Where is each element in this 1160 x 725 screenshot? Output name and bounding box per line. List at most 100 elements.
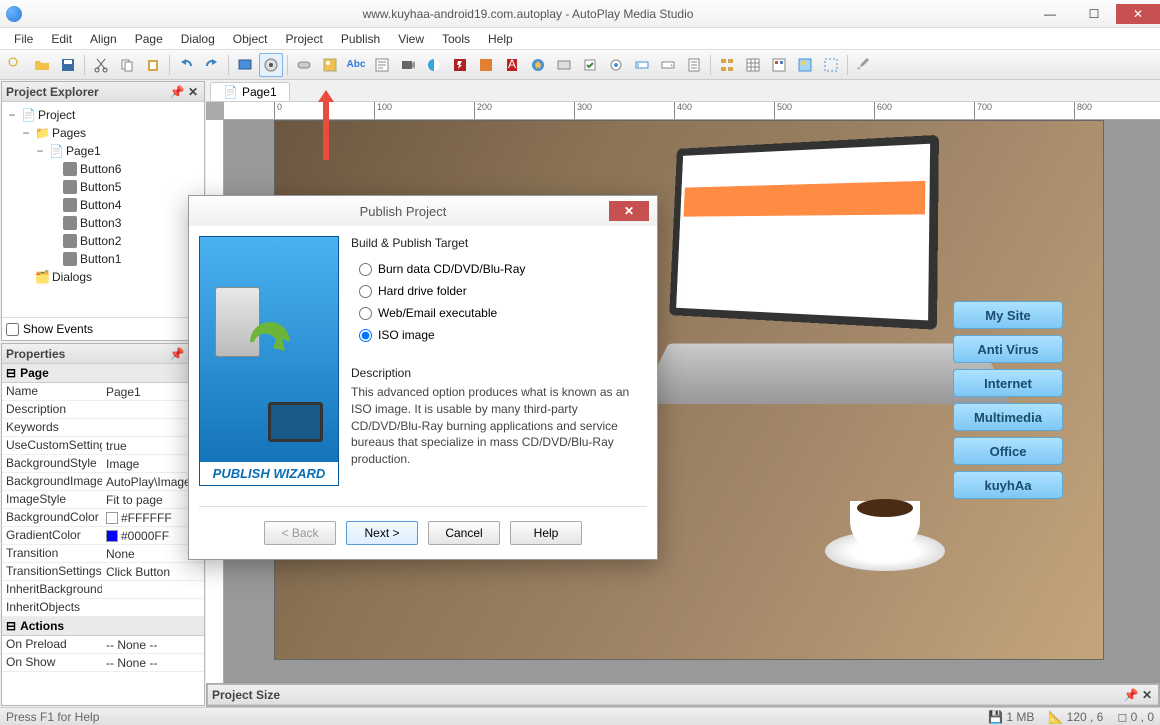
radio-option[interactable]: Burn data CD/DVD/Blu-Ray [359, 258, 647, 280]
xbutton-object-icon[interactable] [552, 53, 576, 77]
maximize-button[interactable]: ☐ [1072, 4, 1116, 24]
prop-row[interactable]: BackgroundColor#FFFFFF [2, 509, 204, 527]
prop-row[interactable]: On Show-- None -- [2, 654, 204, 672]
paste-icon[interactable] [141, 53, 165, 77]
paragraph-object-icon[interactable] [370, 53, 394, 77]
tree-root[interactable]: Project [38, 108, 75, 122]
minimize-button[interactable]: — [1028, 4, 1072, 24]
canvas-button-mysite[interactable]: My Site [953, 301, 1063, 329]
menu-publish[interactable]: Publish [333, 30, 388, 48]
button-object-icon[interactable] [292, 53, 316, 77]
menu-dialog[interactable]: Dialog [173, 30, 223, 48]
pen-tool-icon[interactable] [852, 53, 876, 77]
project-tree[interactable]: −📄Project −📁Pages −📄Page1 Button6 Button… [2, 102, 204, 317]
input-object-icon[interactable] [630, 53, 654, 77]
tree-pages[interactable]: Pages [52, 126, 86, 140]
wizard-label: PUBLISH WIZARD [200, 462, 338, 485]
prop-row[interactable]: UseCustomSettingstrue [2, 437, 204, 455]
prop-row[interactable]: InheritBackground [2, 581, 204, 599]
menu-help[interactable]: Help [480, 30, 521, 48]
prop-cat-actions[interactable]: Actions [20, 619, 64, 633]
cut-icon[interactable] [89, 53, 113, 77]
canvas-button-antivirus[interactable]: Anti Virus [953, 335, 1063, 363]
tree-dialogs[interactable]: Dialogs [52, 270, 92, 284]
label-object-icon[interactable]: Abc [344, 53, 368, 77]
show-events-checkbox[interactable] [6, 323, 19, 336]
tree-button3[interactable]: Button3 [80, 216, 121, 230]
new-icon[interactable] [4, 53, 28, 77]
richtext-object-icon[interactable] [767, 53, 791, 77]
radio-option[interactable]: ISO image [359, 324, 647, 346]
properties-grid[interactable]: ⊟Page NamePage1DescriptionKeywordsUseCus… [2, 364, 204, 705]
back-button[interactable]: < Back [264, 521, 336, 545]
tree-page1[interactable]: Page1 [66, 144, 101, 158]
prop-row[interactable]: Keywords [2, 419, 204, 437]
menu-file[interactable]: File [6, 30, 41, 48]
next-button[interactable]: Next > [346, 521, 418, 545]
prop-row[interactable]: TransitionSettingsClick Button [2, 563, 204, 581]
pin-icon[interactable]: 📌 [170, 347, 184, 361]
close-button[interactable]: ✕ [1116, 4, 1160, 24]
redo-icon[interactable] [200, 53, 224, 77]
tree-button2[interactable]: Button2 [80, 234, 121, 248]
video-object-icon[interactable] [396, 53, 420, 77]
coffee-cup-image [825, 491, 945, 571]
prop-row[interactable]: GradientColor#0000FF [2, 527, 204, 545]
pin-icon[interactable]: 📌 [170, 85, 184, 99]
open-icon[interactable] [30, 53, 54, 77]
save-icon[interactable] [56, 53, 80, 77]
tree-button4[interactable]: Button4 [80, 198, 121, 212]
pin-icon[interactable]: 📌 [1124, 688, 1138, 702]
prop-row[interactable]: On Preload-- None -- [2, 636, 204, 654]
menu-edit[interactable]: Edit [43, 30, 80, 48]
tree-button6[interactable]: Button6 [80, 162, 121, 176]
hotspot-object-icon[interactable] [793, 53, 817, 77]
web-object-icon[interactable] [526, 53, 550, 77]
prop-row[interactable]: ImageStyleFit to page [2, 491, 204, 509]
plugin-object-icon[interactable] [819, 53, 843, 77]
radiobutton-object-icon[interactable] [604, 53, 628, 77]
prop-row[interactable]: TransitionNone [2, 545, 204, 563]
prop-cat-page[interactable]: Page [20, 366, 49, 380]
quicktime-object-icon[interactable] [422, 53, 446, 77]
listbox-object-icon[interactable] [682, 53, 706, 77]
copy-icon[interactable] [115, 53, 139, 77]
page-tabs: 📄 Page1 [206, 80, 1160, 102]
pdf-object-icon[interactable]: A [500, 53, 524, 77]
help-button[interactable]: Help [510, 521, 582, 545]
canvas-button-multimedia[interactable]: Multimedia [953, 403, 1063, 431]
combobox-object-icon[interactable] [656, 53, 680, 77]
radio-option[interactable]: Hard drive folder [359, 280, 647, 302]
radio-option[interactable]: Web/Email executable [359, 302, 647, 324]
prop-row[interactable]: NamePage1 [2, 383, 204, 401]
prop-row[interactable]: InheritObjects [2, 599, 204, 617]
prop-row[interactable]: BackgroundStyleImage [2, 455, 204, 473]
menu-project[interactable]: Project [277, 30, 330, 48]
preview-icon[interactable] [233, 53, 257, 77]
menu-align[interactable]: Align [82, 30, 125, 48]
canvas-button-internet[interactable]: Internet [953, 369, 1063, 397]
cancel-button[interactable]: Cancel [428, 521, 500, 545]
menu-page[interactable]: Page [127, 30, 171, 48]
prop-row[interactable]: Description [2, 401, 204, 419]
tree-object-icon[interactable] [715, 53, 739, 77]
dialog-close-button[interactable]: ✕ [609, 201, 649, 221]
slideshow-object-icon[interactable] [474, 53, 498, 77]
undo-icon[interactable] [174, 53, 198, 77]
canvas-button-office[interactable]: Office [953, 437, 1063, 465]
menu-object[interactable]: Object [225, 30, 276, 48]
image-object-icon[interactable] [318, 53, 342, 77]
flash-object-icon[interactable] [448, 53, 472, 77]
canvas-button-kuyhaa[interactable]: kuyhAa [953, 471, 1063, 499]
checkbox-object-icon[interactable] [578, 53, 602, 77]
build-icon[interactable] [259, 53, 283, 77]
tree-button5[interactable]: Button5 [80, 180, 121, 194]
grid-object-icon[interactable] [741, 53, 765, 77]
tree-button1[interactable]: Button1 [80, 252, 121, 266]
tab-page1[interactable]: 📄 Page1 [210, 82, 290, 101]
panel-close-icon[interactable]: ✕ [186, 85, 200, 99]
menu-tools[interactable]: Tools [434, 30, 478, 48]
prop-row[interactable]: BackgroundImageAutoPlay\Images [2, 473, 204, 491]
panel-close-icon[interactable]: ✕ [1140, 688, 1154, 702]
menu-view[interactable]: View [390, 30, 432, 48]
